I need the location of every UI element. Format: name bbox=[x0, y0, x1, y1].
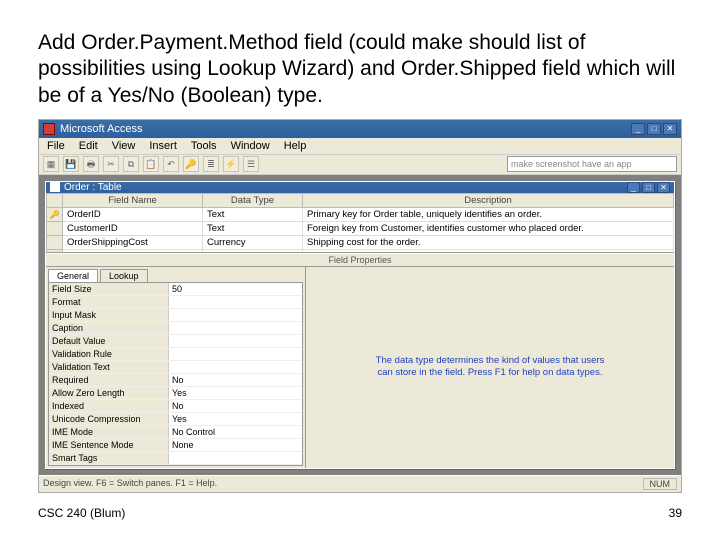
prop-value[interactable]: None bbox=[169, 439, 302, 451]
prop-label: Format bbox=[49, 296, 169, 308]
slide-number: 39 bbox=[669, 506, 682, 520]
description-cell[interactable]: Total cost for the order. bbox=[303, 249, 674, 252]
prop-label: Caption bbox=[49, 322, 169, 334]
prop-value[interactable]: No bbox=[169, 400, 302, 412]
tab-general[interactable]: General bbox=[48, 269, 98, 282]
table-title: Order : Table bbox=[64, 182, 122, 193]
menu-edit[interactable]: Edit bbox=[79, 140, 98, 152]
prop-label: Field Size bbox=[49, 283, 169, 295]
description-cell[interactable]: Primary key for Order table, uniquely id… bbox=[303, 207, 674, 221]
mdi-workspace: Order : Table _ □ ✕ Field Name Data Type… bbox=[39, 175, 681, 475]
status-text: Design view. F6 = Switch panes. F1 = Hel… bbox=[43, 478, 217, 490]
app-title: Microsoft Access bbox=[60, 123, 143, 135]
close-button[interactable]: ✕ bbox=[663, 123, 677, 135]
builder-icon[interactable]: ⚡ bbox=[223, 156, 239, 172]
data-type-cell[interactable]: Currency bbox=[203, 249, 303, 252]
props-icon[interactable]: ☰ bbox=[243, 156, 259, 172]
menu-file[interactable]: File bbox=[47, 140, 65, 152]
field-name-cell[interactable]: OrderID bbox=[63, 207, 203, 221]
cut-icon[interactable]: ✂ bbox=[103, 156, 119, 172]
field-design-grid[interactable]: Field Name Data Type Description OrderID… bbox=[46, 193, 674, 253]
slide-footer-left: CSC 240 (Blum) bbox=[38, 506, 125, 520]
save-icon[interactable]: 💾 bbox=[63, 156, 79, 172]
prop-label: Default Value bbox=[49, 335, 169, 347]
copy-icon[interactable]: ⧉ bbox=[123, 156, 139, 172]
paste-icon[interactable]: 📋 bbox=[143, 156, 159, 172]
minimize-button[interactable]: _ bbox=[631, 123, 645, 135]
undo-icon[interactable]: ↶ bbox=[163, 156, 179, 172]
prop-value[interactable]: No Control bbox=[169, 426, 302, 438]
prop-value[interactable]: 50 bbox=[169, 283, 302, 295]
rows-icon[interactable]: ≣ bbox=[203, 156, 219, 172]
prop-value[interactable] bbox=[169, 335, 302, 347]
prop-label: Input Mask bbox=[49, 309, 169, 321]
prop-value[interactable] bbox=[169, 361, 302, 373]
tab-lookup[interactable]: Lookup bbox=[100, 269, 148, 282]
prop-label: Validation Rule bbox=[49, 348, 169, 360]
prop-value[interactable]: Yes bbox=[169, 387, 302, 399]
prop-label: Smart Tags bbox=[49, 452, 169, 464]
menu-help[interactable]: Help bbox=[284, 140, 307, 152]
access-window: Microsoft Access _ □ ✕ File Edit View In… bbox=[38, 119, 682, 493]
menubar: File Edit View Insert Tools Window Help bbox=[39, 138, 681, 155]
prop-label: Required bbox=[49, 374, 169, 386]
prop-label: IME Sentence Mode bbox=[49, 439, 169, 451]
prop-label: IME Mode bbox=[49, 426, 169, 438]
primary-key-icon bbox=[47, 207, 63, 221]
menu-window[interactable]: Window bbox=[231, 140, 270, 152]
table-row[interactable]: OrderIDTextPrimary key for Order table, … bbox=[47, 207, 674, 221]
prop-label: Allow Zero Length bbox=[49, 387, 169, 399]
data-type-cell[interactable]: Currency bbox=[203, 235, 303, 249]
col-header-description: Description bbox=[303, 193, 674, 207]
data-type-hint: The data type determines the kind of val… bbox=[375, 355, 605, 379]
inner-minimize-button[interactable]: _ bbox=[627, 182, 640, 193]
field-properties-label: Field Properties bbox=[46, 253, 674, 267]
access-icon bbox=[43, 123, 55, 135]
prop-value[interactable] bbox=[169, 309, 302, 321]
field-properties-pane: General Lookup Field Size50 Format Input… bbox=[46, 267, 674, 468]
description-cell[interactable]: Foreign key from Customer, identifies cu… bbox=[303, 221, 674, 235]
table-row[interactable]: OrderShippingCostCurrencyShipping cost f… bbox=[47, 235, 674, 249]
col-header-fieldname: Field Name bbox=[63, 193, 203, 207]
prop-value[interactable]: No bbox=[169, 374, 302, 386]
prop-value[interactable]: Yes bbox=[169, 413, 302, 425]
table-row[interactable]: OrderTotalCostCurrencyTotal cost for the… bbox=[47, 249, 674, 252]
inner-close-button[interactable]: ✕ bbox=[657, 182, 670, 193]
field-name-cell[interactable]: CustomerID bbox=[63, 221, 203, 235]
view-icon[interactable]: ▦ bbox=[43, 156, 59, 172]
table-icon bbox=[50, 182, 60, 192]
menu-insert[interactable]: Insert bbox=[149, 140, 177, 152]
prop-label: Indexed bbox=[49, 400, 169, 412]
help-search-box[interactable]: make screenshot have an app bbox=[507, 156, 677, 172]
numlock-indicator: NUM bbox=[643, 478, 678, 490]
prop-label: Unicode Compression bbox=[49, 413, 169, 425]
print-icon[interactable]: 🖶 bbox=[83, 156, 99, 172]
prop-value[interactable] bbox=[169, 322, 302, 334]
inner-maximize-button[interactable]: □ bbox=[642, 182, 655, 193]
prop-value[interactable] bbox=[169, 296, 302, 308]
data-type-cell[interactable]: Text bbox=[203, 221, 303, 235]
prop-value[interactable] bbox=[169, 452, 302, 464]
toolbar: ▦ 💾 🖶 ✂ ⧉ 📋 ↶ 🔑 ≣ ⚡ ☰ make screenshot ha… bbox=[39, 155, 681, 175]
prop-label: Validation Text bbox=[49, 361, 169, 373]
field-name-cell[interactable]: OrderShippingCost bbox=[63, 235, 203, 249]
table-design-window: Order : Table _ □ ✕ Field Name Data Type… bbox=[45, 181, 675, 469]
slide-title: Add Order.Payment.Method field (could ma… bbox=[38, 30, 682, 109]
menu-view[interactable]: View bbox=[112, 140, 136, 152]
table-titlebar: Order : Table _ □ ✕ bbox=[46, 182, 674, 193]
menu-tools[interactable]: Tools bbox=[191, 140, 217, 152]
prop-value[interactable] bbox=[169, 348, 302, 360]
property-sheet[interactable]: Field Size50 Format Input Mask Caption D… bbox=[48, 282, 303, 466]
col-header-datatype: Data Type bbox=[203, 193, 303, 207]
table-row[interactable]: CustomerIDTextForeign key from Customer,… bbox=[47, 221, 674, 235]
key-icon[interactable]: 🔑 bbox=[183, 156, 199, 172]
field-name-cell[interactable]: OrderTotalCost bbox=[63, 249, 203, 252]
maximize-button[interactable]: □ bbox=[647, 123, 661, 135]
status-bar: Design view. F6 = Switch panes. F1 = Hel… bbox=[39, 475, 681, 492]
data-type-cell[interactable]: Text bbox=[203, 207, 303, 221]
description-cell[interactable]: Shipping cost for the order. bbox=[303, 235, 674, 249]
app-titlebar: Microsoft Access _ □ ✕ bbox=[39, 120, 681, 138]
row-selector-header bbox=[47, 193, 63, 207]
